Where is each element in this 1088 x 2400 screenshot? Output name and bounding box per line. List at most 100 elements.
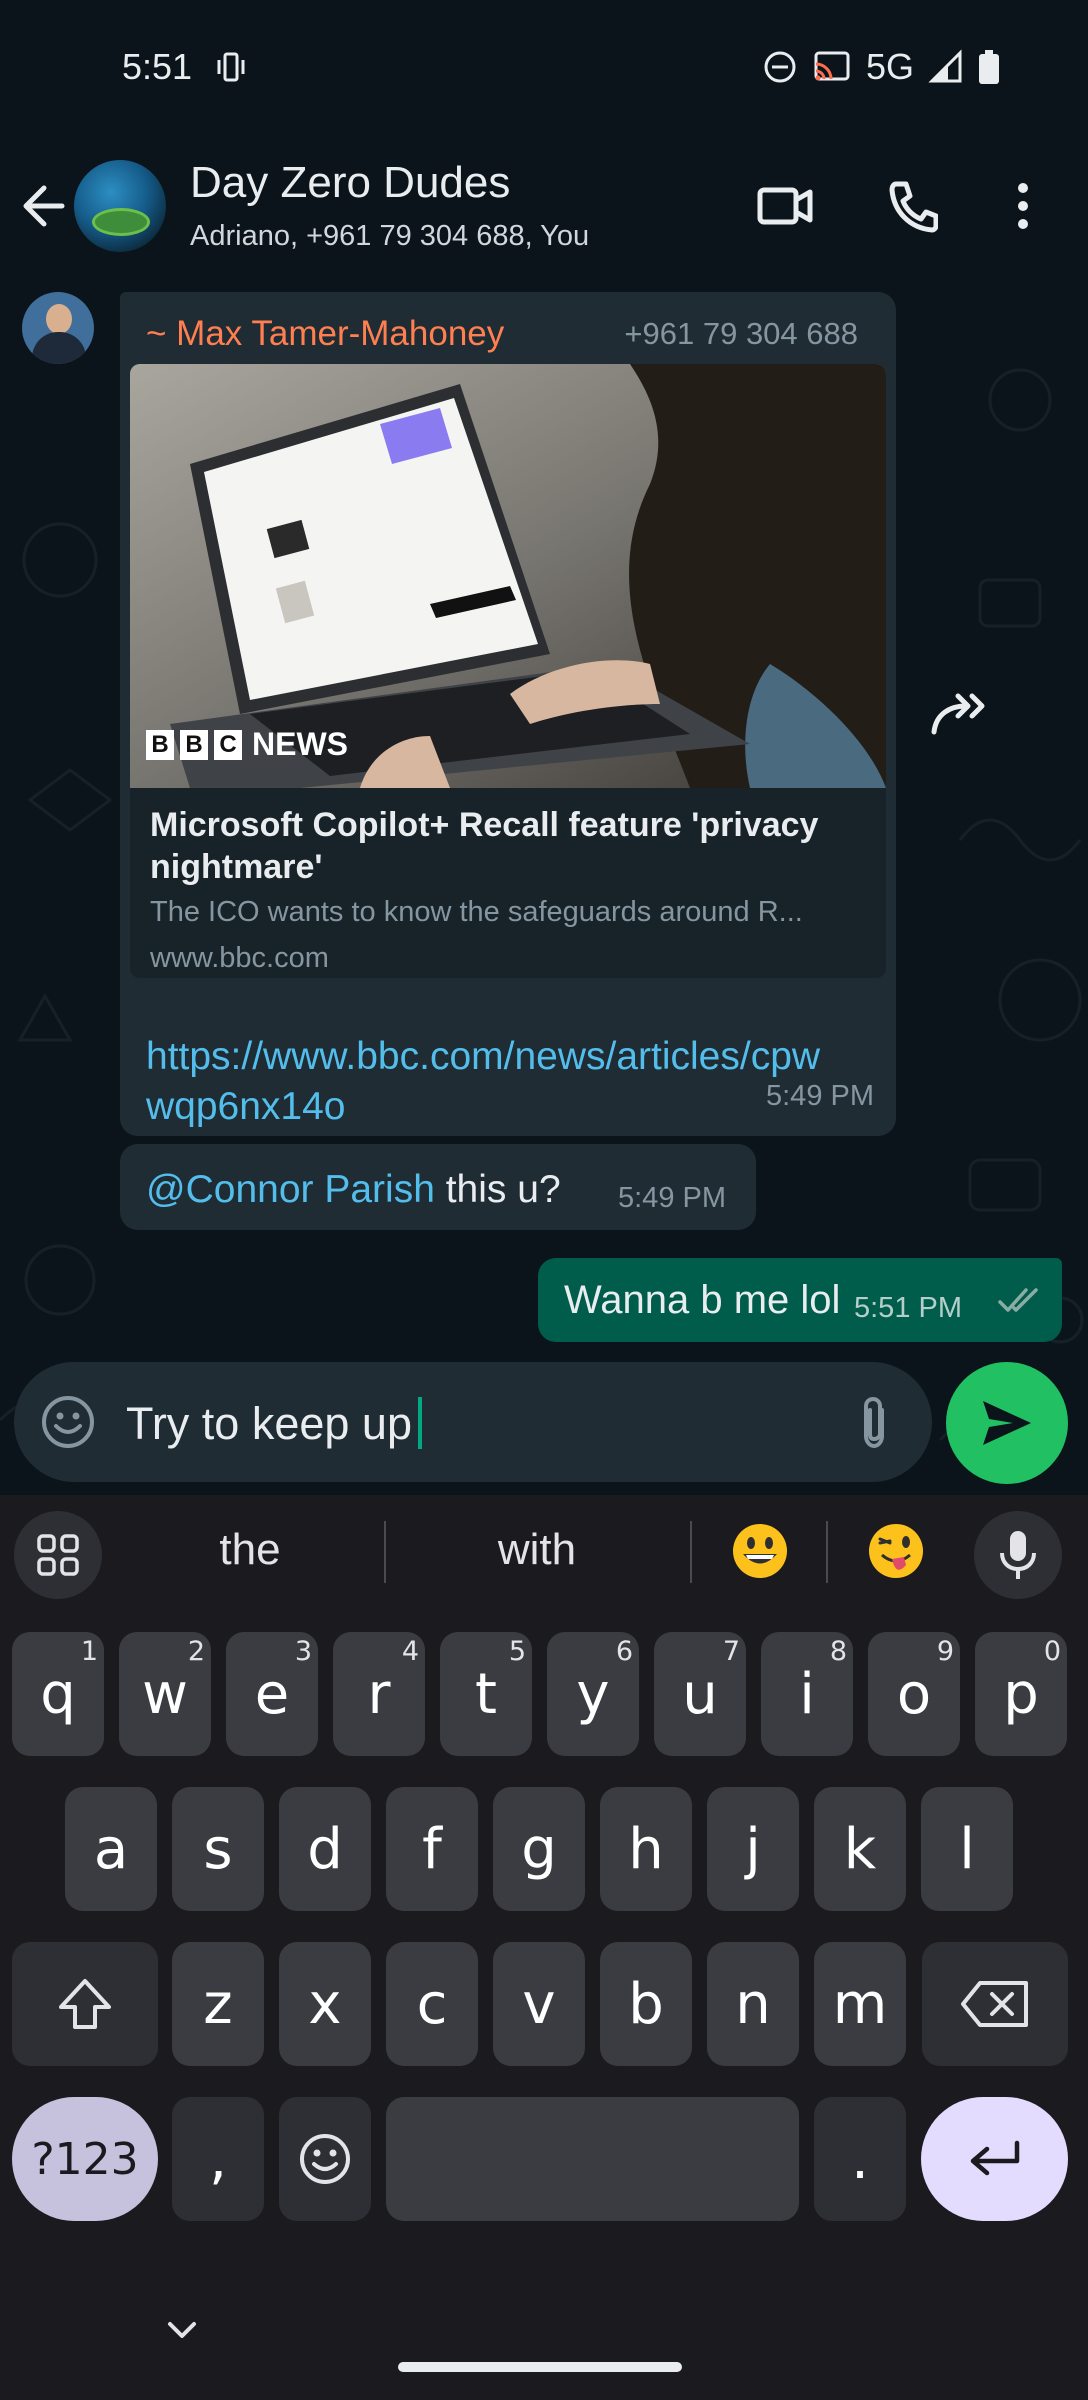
mention-link[interactable]: @Connor Parish [146,1168,435,1211]
message-bubble-mention[interactable]: @Connor Parish this u? 5:49 PM [120,1144,756,1230]
message-time: 5:51 PM [854,1292,962,1324]
sender-name[interactable]: ~ Max Tamer-Mahoney [146,314,504,354]
send-button[interactable] [946,1362,1068,1484]
message-time: 5:49 PM [766,1080,874,1112]
send-icon [983,1401,1031,1445]
read-receipt-icon [998,1288,1038,1312]
key-r[interactable]: r4 [333,1632,425,1756]
space-key[interactable] [386,2097,799,2221]
grinning-emoji-icon[interactable] [730,1521,790,1581]
message-text: @Connor Parish this u? [146,1168,561,1211]
keyboard-menu-button[interactable] [14,1511,102,1599]
smiley-icon [300,2134,350,2184]
vibrate-icon [217,52,245,82]
emoji-icon[interactable] [40,1394,96,1450]
sender-phone: +961 79 304 688 [624,316,858,351]
key-x[interactable]: x [279,1942,371,2066]
signal-icon [928,49,962,83]
status-bar: 5:51 5G [0,0,1088,140]
key-e[interactable]: e3 [226,1632,318,1756]
key-i[interactable]: i8 [761,1632,853,1756]
message-composer[interactable]: Try to keep up [14,1362,932,1482]
group-name[interactable]: Day Zero Dudes [190,158,510,208]
message-link[interactable]: https://www.bbc.com/news/articles/cpwwqp… [146,1032,846,1132]
key-c[interactable]: c [386,1942,478,2066]
suggestion-word[interactable]: the [190,1525,310,1575]
key-f[interactable]: f [386,1787,478,1911]
shift-key[interactable] [12,1942,158,2066]
text-caret [417,1397,422,1450]
emoji-key[interactable] [279,2097,371,2221]
home-indicator[interactable] [398,2362,682,2372]
back-arrow-icon[interactable] [20,176,70,236]
cast-icon [814,51,850,81]
key-w[interactable]: w2 [119,1632,211,1756]
battery-icon [979,50,999,84]
symbols-key[interactable]: ?123 [12,2097,158,2221]
suggestion-divider [690,1521,692,1583]
more-vert-icon[interactable] [1010,176,1036,236]
group-avatar[interactable] [74,160,166,252]
link-preview-card[interactable]: B B C NEWS Microsoft Copilot+ Recall fea… [130,364,886,978]
suggestion-divider [384,1521,386,1583]
message-bubble-outgoing[interactable]: Wanna b me lol 5:51 PM [538,1258,1062,1342]
message-input[interactable]: Try to keep up [126,1397,422,1450]
dnd-icon [764,51,796,83]
key-v[interactable]: v [493,1942,585,2066]
shift-icon [59,1979,111,2029]
key-s[interactable]: s [172,1787,264,1911]
key-a[interactable]: a [65,1787,157,1911]
link-preview-title[interactable]: Microsoft Copilot+ Recall feature 'priva… [150,804,870,888]
enter-key[interactable] [921,2097,1068,2221]
winking-tongue-emoji-icon[interactable] [866,1521,926,1581]
key-j[interactable]: j [707,1787,799,1911]
key-k[interactable]: k [814,1787,906,1911]
chat-area[interactable]: ~ Max Tamer-Mahoney +961 79 304 688 B B … [0,280,1088,1495]
key-m[interactable]: m [814,1942,906,2066]
status-time: 5:51 [122,46,193,87]
attach-icon[interactable] [856,1394,892,1452]
suggestion-divider [826,1521,828,1583]
suggestion-word[interactable]: with [472,1525,602,1575]
key-o[interactable]: o9 [868,1632,960,1756]
bbc-news-logo: B B C NEWS [146,726,348,763]
forward-icon[interactable] [928,688,992,744]
network-type: 5G [865,46,914,87]
comma-key[interactable]: , [172,2097,264,2221]
link-preview-description: The ICO wants to know the safeguards aro… [150,896,803,928]
phone-icon[interactable] [886,176,938,236]
keyboard: the with q1 w2 e3 r4 t5 y6 u7 i 8 o 9 p … [0,1495,1088,2400]
key-p[interactable]: p0 [975,1632,1067,1756]
key-h[interactable]: h [600,1787,692,1911]
key-b[interactable]: b [600,1942,692,2066]
key-g[interactable]: g [493,1787,585,1911]
microphone-icon [1000,1531,1036,1579]
chat-header: Day Zero Dudes Adriano, +961 79 304 688,… [0,140,1088,280]
key-z[interactable]: z [172,1942,264,2066]
status-icons: 5G [762,46,1000,88]
message-bubble-link[interactable]: ~ Max Tamer-Mahoney +961 79 304 688 B B … [120,292,896,1136]
key-l[interactable]: l [921,1787,1013,1911]
suggestion-strip: the with [0,1495,1088,1613]
message-time: 5:49 PM [618,1182,726,1214]
backspace-icon [961,1981,1028,2027]
apps-grid-icon [37,1534,79,1576]
sender-avatar[interactable] [22,292,94,364]
laptop-photo [130,364,886,788]
key-u[interactable]: u7 [654,1632,746,1756]
voice-input-button[interactable] [974,1511,1062,1599]
link-preview-domain: www.bbc.com [150,942,329,974]
period-key[interactable]: . [814,2097,906,2221]
enter-icon [970,2140,1019,2176]
message-text: Wanna b me lol [564,1278,841,1322]
group-members[interactable]: Adriano, +961 79 304 688, You [190,220,589,253]
key-q[interactable]: q1 [12,1632,104,1756]
backspace-key[interactable] [922,1942,1068,2066]
key-y[interactable]: y6 [547,1632,639,1756]
key-n[interactable]: n [707,1942,799,2066]
key-d[interactable]: d [279,1787,371,1911]
video-call-icon[interactable] [756,176,814,236]
link-preview-image[interactable]: B B C NEWS [130,364,886,788]
hide-keyboard-icon[interactable] [164,2318,200,2342]
key-t[interactable]: t5 [440,1632,532,1756]
